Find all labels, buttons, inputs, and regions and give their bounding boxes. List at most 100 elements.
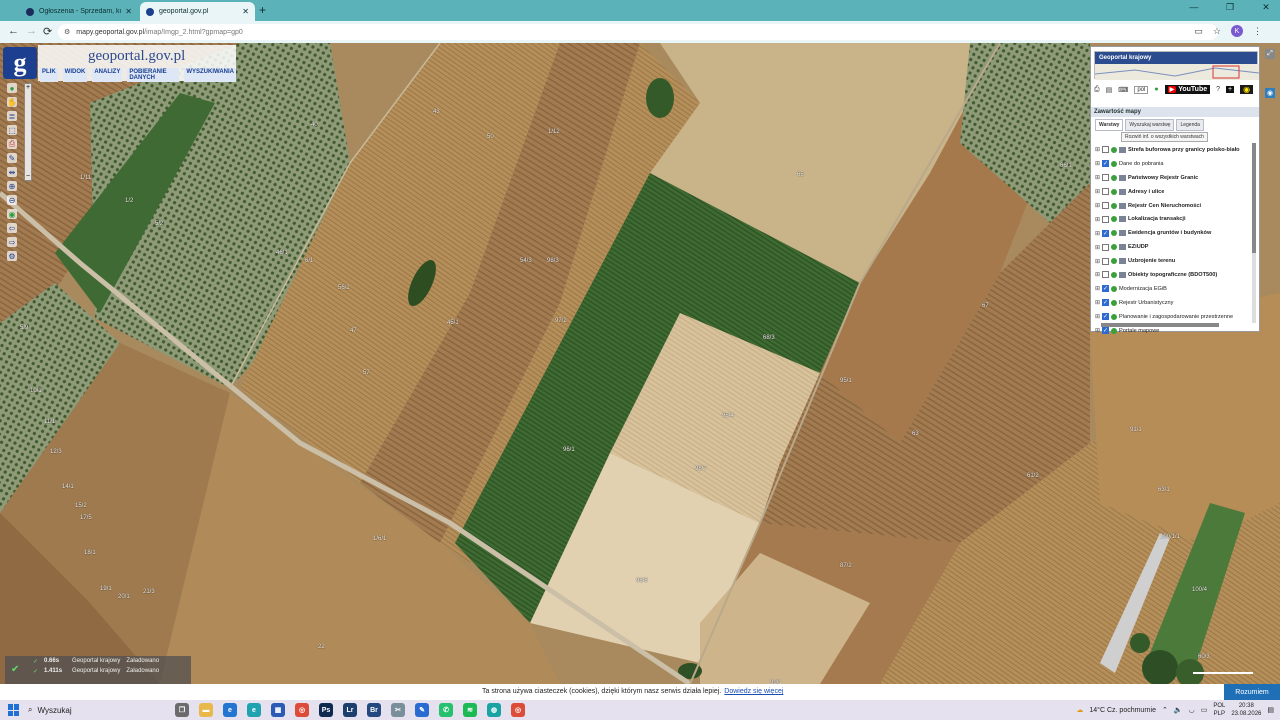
layer-checkbox[interactable]: ✓ xyxy=(1102,313,1109,321)
panel-side-button-icon[interactable]: ◉ xyxy=(1265,88,1275,98)
menu-widok[interactable]: WIDOK xyxy=(62,68,88,82)
back-arrow-icon[interactable]: ← xyxy=(8,25,19,37)
expand-plus-icon[interactable]: ⊞ xyxy=(1095,202,1100,209)
weather-icon[interactable]: ☁ xyxy=(1076,706,1083,714)
layer-checkbox[interactable] xyxy=(1102,243,1109,251)
layer-checkbox[interactable] xyxy=(1102,257,1109,265)
layer-row[interactable]: ⊞ ✓ Modernizacja EGiB xyxy=(1095,282,1249,296)
layer-checkbox[interactable] xyxy=(1102,202,1109,209)
menu-analizy[interactable]: ANALIZY xyxy=(92,68,123,82)
url-field[interactable]: ⚙ mapy.geoportal.gov.pl/imap/Imgp_2.html… xyxy=(58,24,1218,40)
edge-icon[interactable]: e xyxy=(223,703,237,717)
snipping-icon[interactable]: ✂ xyxy=(391,703,405,717)
layer-row[interactable]: ⊞ ✓ Ewidencja gruntów i budynków xyxy=(1095,226,1249,240)
minimize-icon[interactable]: — xyxy=(1186,2,1202,13)
cookie-more-link[interactable]: Dowiedz się więcej xyxy=(724,688,783,695)
expand-plus-icon[interactable]: ⊞ xyxy=(1095,327,1100,334)
zoom-out-icon[interactable]: ⊖ xyxy=(7,195,17,205)
expand-plus-icon[interactable]: ⊞ xyxy=(1095,230,1100,237)
expand-plus-icon[interactable]: ⊞ xyxy=(1095,299,1100,306)
expand-plus-icon[interactable]: ⊞ xyxy=(1095,160,1100,167)
pan-hand-icon[interactable]: ✋ xyxy=(7,97,17,107)
close-tab-icon[interactable]: ✕ xyxy=(125,7,132,16)
layer-checkbox[interactable] xyxy=(1102,188,1109,196)
layer-row[interactable]: ⊞ ✓ Planowanie i zagospodarowanie przestrz… xyxy=(1095,310,1249,324)
keyboard-icon[interactable]: ⌨ xyxy=(1118,86,1128,94)
store-icon[interactable]: ▦ xyxy=(271,703,285,717)
panel-collapse-icon[interactable]: ⤢ xyxy=(1265,49,1275,59)
zoom-in-icon[interactable]: ⊕ xyxy=(7,181,17,191)
menu-wyszukiwania[interactable]: WYSZUKIWANIA xyxy=(184,68,236,82)
zoom-slider[interactable]: + − xyxy=(24,83,32,181)
layer-row[interactable]: ⊞ Państwowy Rejestr Granic xyxy=(1095,171,1249,185)
scrollbar-thumb[interactable] xyxy=(1252,143,1256,253)
layer-checkbox[interactable] xyxy=(1102,271,1109,279)
expand-plus-icon[interactable]: ⊞ xyxy=(1095,216,1100,223)
help-icon[interactable]: ? xyxy=(1216,86,1220,93)
close-window-icon[interactable]: ✕ xyxy=(1258,2,1274,13)
layer-checkbox[interactable]: ✓ xyxy=(1102,285,1109,293)
settings-icon[interactable]: ⚙ xyxy=(7,251,17,261)
print-icon[interactable]: ⎙ xyxy=(7,139,17,149)
layers-list-icon[interactable]: ≣ xyxy=(7,111,17,121)
menu-plik[interactable]: PLIK xyxy=(40,68,58,82)
weather-text[interactable]: 14°C Cz. pochmurnie xyxy=(1089,707,1156,714)
install-app-icon[interactable]: ▭ xyxy=(1194,26,1203,37)
geoportal-logo[interactable]: g xyxy=(3,47,37,79)
eye-icon[interactable]: ◉ xyxy=(1240,85,1254,94)
task-view-icon[interactable]: ❐ xyxy=(175,703,189,717)
layer-list-scrollbar[interactable] xyxy=(1252,143,1256,323)
maximize-icon[interactable]: ❐ xyxy=(1222,2,1238,13)
tab-warstwy[interactable]: Warstwy xyxy=(1095,119,1124,131)
edge-dev-icon[interactable]: e xyxy=(247,703,261,717)
layer-row[interactable]: ⊞ EZiUDP xyxy=(1095,240,1249,254)
layer-checkbox[interactable]: ✓ xyxy=(1102,299,1109,307)
expand-plus-icon[interactable]: ⊞ xyxy=(1095,146,1100,153)
layer-checkbox[interactable] xyxy=(1102,174,1109,182)
previous-view-icon[interactable]: ⇦ xyxy=(7,223,17,233)
layer-list-hscrollbar[interactable] xyxy=(1101,323,1219,327)
messenger-icon[interactable]: ◍ xyxy=(487,703,501,717)
expand-plus-icon[interactable]: ⊞ xyxy=(1095,285,1100,292)
menu-kebab-icon[interactable]: ⋮ xyxy=(1253,26,1262,37)
info-icon[interactable]: ● xyxy=(7,83,17,93)
globe-icon[interactable]: ◉ xyxy=(7,209,17,219)
notifications-icon[interactable]: ▤ xyxy=(1267,706,1274,714)
taskbar-search[interactable]: ⌕ Wyszukaj xyxy=(28,703,168,717)
menu-pobieranie-danych[interactable]: POBIERANIE DANYCH xyxy=(127,68,180,82)
layer-row[interactable]: ⊞ ✓ Dane do pobrania xyxy=(1095,157,1249,171)
draw-pencil-icon[interactable]: ✎ xyxy=(7,153,17,163)
select-icon[interactable]: ⬚ xyxy=(7,125,17,135)
bridge-icon[interactable]: Br xyxy=(367,703,381,717)
tray-chevron-icon[interactable]: ⌃ xyxy=(1162,706,1168,714)
youtube-button[interactable]: ▶ YouTube xyxy=(1164,85,1211,94)
cookie-accept-button[interactable]: Rozumiem xyxy=(1224,684,1280,700)
expand-all-layers-button[interactable]: Rozwiń inf. o wszystkich warstwach xyxy=(1121,132,1208,142)
layer-row[interactable]: ⊞ Obiekty topograficzne (BDOT500) xyxy=(1095,268,1249,282)
spotify-icon[interactable]: ≋ xyxy=(463,703,477,717)
layer-checkbox[interactable] xyxy=(1102,146,1109,154)
chrome-active-icon[interactable]: ◎ xyxy=(511,703,525,717)
site-info-icon[interactable]: ⚙ xyxy=(64,28,70,36)
print-map-icon[interactable]: ⎙ xyxy=(1094,86,1100,94)
zoom-plus-icon[interactable]: + xyxy=(26,84,30,91)
close-tab-icon[interactable]: ✕ xyxy=(242,7,249,16)
expand-plus-icon[interactable]: ⊞ xyxy=(1095,313,1100,320)
expand-plus-icon[interactable]: ⊞ xyxy=(1095,244,1100,251)
expand-plus-icon[interactable]: ⊞ xyxy=(1095,174,1100,181)
paint-icon[interactable]: ✎ xyxy=(415,703,429,717)
layer-row[interactable]: ⊞ Rejestr Cen Nieruchomości xyxy=(1095,199,1249,213)
expand-plus-icon[interactable]: ⊞ xyxy=(1095,188,1100,195)
reload-icon[interactable]: ⟳ xyxy=(43,25,52,38)
save-icon[interactable]: ▤ xyxy=(1106,86,1113,94)
zoom-minus-icon[interactable]: − xyxy=(26,173,30,180)
layer-row[interactable]: ⊞ Uzbrojenie terenu xyxy=(1095,254,1249,268)
layer-checkbox[interactable]: ✓ xyxy=(1102,229,1109,237)
clock[interactable]: 20:38 23.08.2026 xyxy=(1231,702,1261,718)
expand-plus-icon[interactable]: ⊞ xyxy=(1095,258,1100,265)
file-explorer-icon[interactable]: ▬ xyxy=(199,703,213,717)
next-view-icon[interactable]: ⇨ xyxy=(7,237,17,247)
tab-wyszukaj-warstwe[interactable]: Wyszukaj warstwę xyxy=(1125,119,1175,131)
profile-avatar[interactable]: K xyxy=(1231,25,1243,37)
layer-checkbox[interactable] xyxy=(1102,215,1109,223)
